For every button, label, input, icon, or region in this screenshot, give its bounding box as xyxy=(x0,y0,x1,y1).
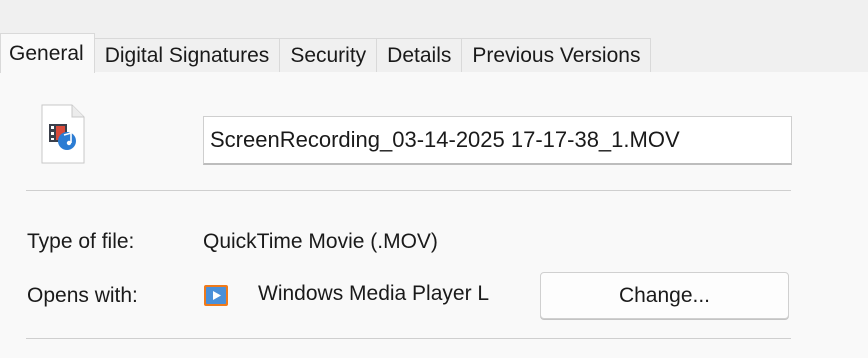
type-of-file-label: Type of file: xyxy=(27,230,135,253)
media-file-icon xyxy=(41,104,85,164)
tab-digital-signatures[interactable]: Digital Signatures xyxy=(93,38,281,72)
filename-input[interactable] xyxy=(203,116,792,165)
tab-strip: General Digital Signatures Security Deta… xyxy=(0,32,868,73)
change-button[interactable]: Change... xyxy=(540,272,789,319)
divider-top xyxy=(26,190,791,191)
tab-general[interactable]: General xyxy=(0,33,95,73)
opens-with-label: Opens with: xyxy=(27,284,138,307)
tab-previous-versions[interactable]: Previous Versions xyxy=(461,38,652,72)
opens-with-app-name: Windows Media Player L xyxy=(258,282,490,305)
type-of-file-value: QuickTime Movie (.MOV) xyxy=(203,230,438,253)
windows-media-player-icon xyxy=(204,285,228,306)
properties-dialog: General Digital Signatures Security Deta… xyxy=(0,0,868,358)
tab-details[interactable]: Details xyxy=(376,38,463,72)
tab-security[interactable]: Security xyxy=(279,38,378,72)
divider-bottom xyxy=(26,338,791,339)
